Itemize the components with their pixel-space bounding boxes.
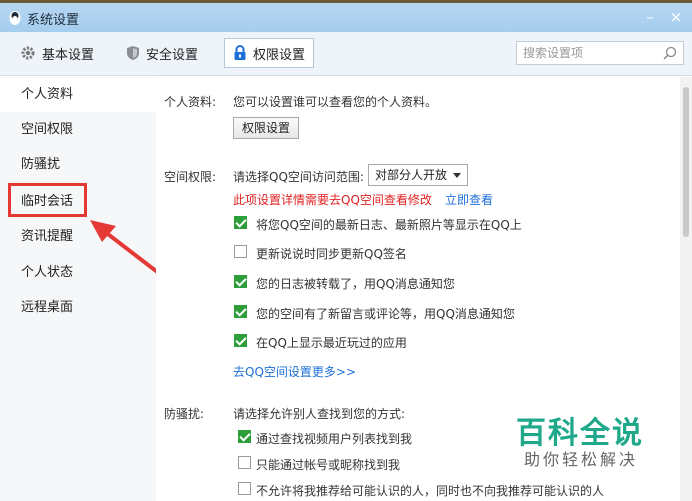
settings-search[interactable] [516, 41, 684, 65]
space-notice: 此项设置详情需要去QQ空间查看修改 [233, 193, 432, 207]
search-input[interactable] [517, 42, 657, 64]
gear-icon [21, 46, 35, 60]
space-range-value: 对部分人开放 [375, 168, 448, 182]
space-option-5-label: 在QQ上显示最近玩过的应用 [256, 336, 407, 350]
space-option-4-label: 您的空间有了新留言或评论等，用QQ消息通知您 [256, 307, 515, 321]
tab-basic-settings-label: 基本设置 [42, 47, 95, 63]
tab-basic-settings[interactable]: 基本设置 [12, 38, 102, 68]
lock-icon [234, 45, 246, 60]
sidebar-item-anti-harass[interactable]: 防骚扰 [0, 148, 156, 182]
tab-permission-settings[interactable]: 权限设置 [224, 38, 314, 68]
anti-harass-section-label: 防骚扰: [164, 407, 205, 421]
watermark-subtitle: 助你轻松解决 [524, 450, 639, 469]
space-option-3-checkbox[interactable] [234, 275, 247, 288]
content-scrollbar[interactable] [680, 77, 692, 501]
window-title: 系统设置 [27, 13, 80, 28]
scrollbar-thumb[interactable] [683, 87, 689, 237]
space-range-select[interactable]: 对部分人开放 [368, 164, 469, 186]
space-range-label: 请选择QQ空间访问范围: [233, 170, 364, 184]
tab-permission-settings-label: 权限设置 [253, 47, 306, 63]
space-option-1-checkbox[interactable] [234, 216, 247, 229]
space-option-2-checkbox[interactable] [234, 245, 247, 258]
chevron-down-icon [453, 173, 462, 178]
anti-harass-option-1-checkbox[interactable] [238, 430, 251, 443]
tab-security-settings[interactable]: 安全设置 [118, 38, 206, 68]
sidebar-item-space-permission[interactable]: 空间权限 [0, 113, 156, 147]
anti-harass-description: 请选择允许别人查找到您的方式: [233, 407, 406, 421]
space-more-link[interactable]: 去QQ空间设置更多>> [233, 363, 356, 380]
anti-harass-option-3-checkbox[interactable] [238, 482, 251, 495]
qq-penguin-icon [9, 11, 21, 25]
anti-harass-option-1-label: 通过查找视频用户列表找到我 [256, 432, 413, 446]
close-button[interactable]: × [666, 7, 686, 27]
profile-section-label: 个人资料: [164, 95, 217, 109]
minimize-button[interactable]: – [640, 7, 660, 27]
anti-harass-option-3-label: 不允许将我推荐给可能认识的人，同时也不向我推荐可能认识的人 [256, 484, 605, 498]
tab-security-settings-label: 安全设置 [146, 47, 199, 63]
settings-toolbar: 基本设置 安全设置 权限设置 [0, 32, 692, 76]
space-option-4-checkbox[interactable] [234, 305, 247, 318]
title-bar: 系统设置 – × [0, 0, 692, 32]
view-now-link[interactable]: 立即查看 [445, 191, 493, 208]
space-option-1-label: 将您QQ空间的最新日志、最新照片等显示在QQ上 [256, 218, 522, 232]
sidebar-item-profile[interactable]: 个人资料 [0, 78, 156, 112]
space-option-3-label: 您的日志被转载了，用QQ消息通知您 [256, 277, 455, 291]
space-option-5-checkbox[interactable] [234, 334, 247, 347]
space-option-2-label: 更新说说时同步更新QQ签名 [256, 247, 407, 261]
space-section-label: 空间权限: [164, 170, 217, 184]
anti-harass-option-2-label: 只能通过帐号或昵称找到我 [256, 458, 401, 472]
profile-description: 您可以设置谁可以查看您的个人资料。 [233, 95, 438, 109]
profile-permission-button[interactable]: 权限设置 [233, 117, 300, 139]
annotation-highlight-box [8, 183, 87, 217]
search-icon[interactable] [663, 46, 677, 60]
shield-icon [127, 46, 139, 60]
anti-harass-option-2-checkbox[interactable] [238, 456, 251, 469]
title-bar-top-strip [0, 0, 692, 3]
